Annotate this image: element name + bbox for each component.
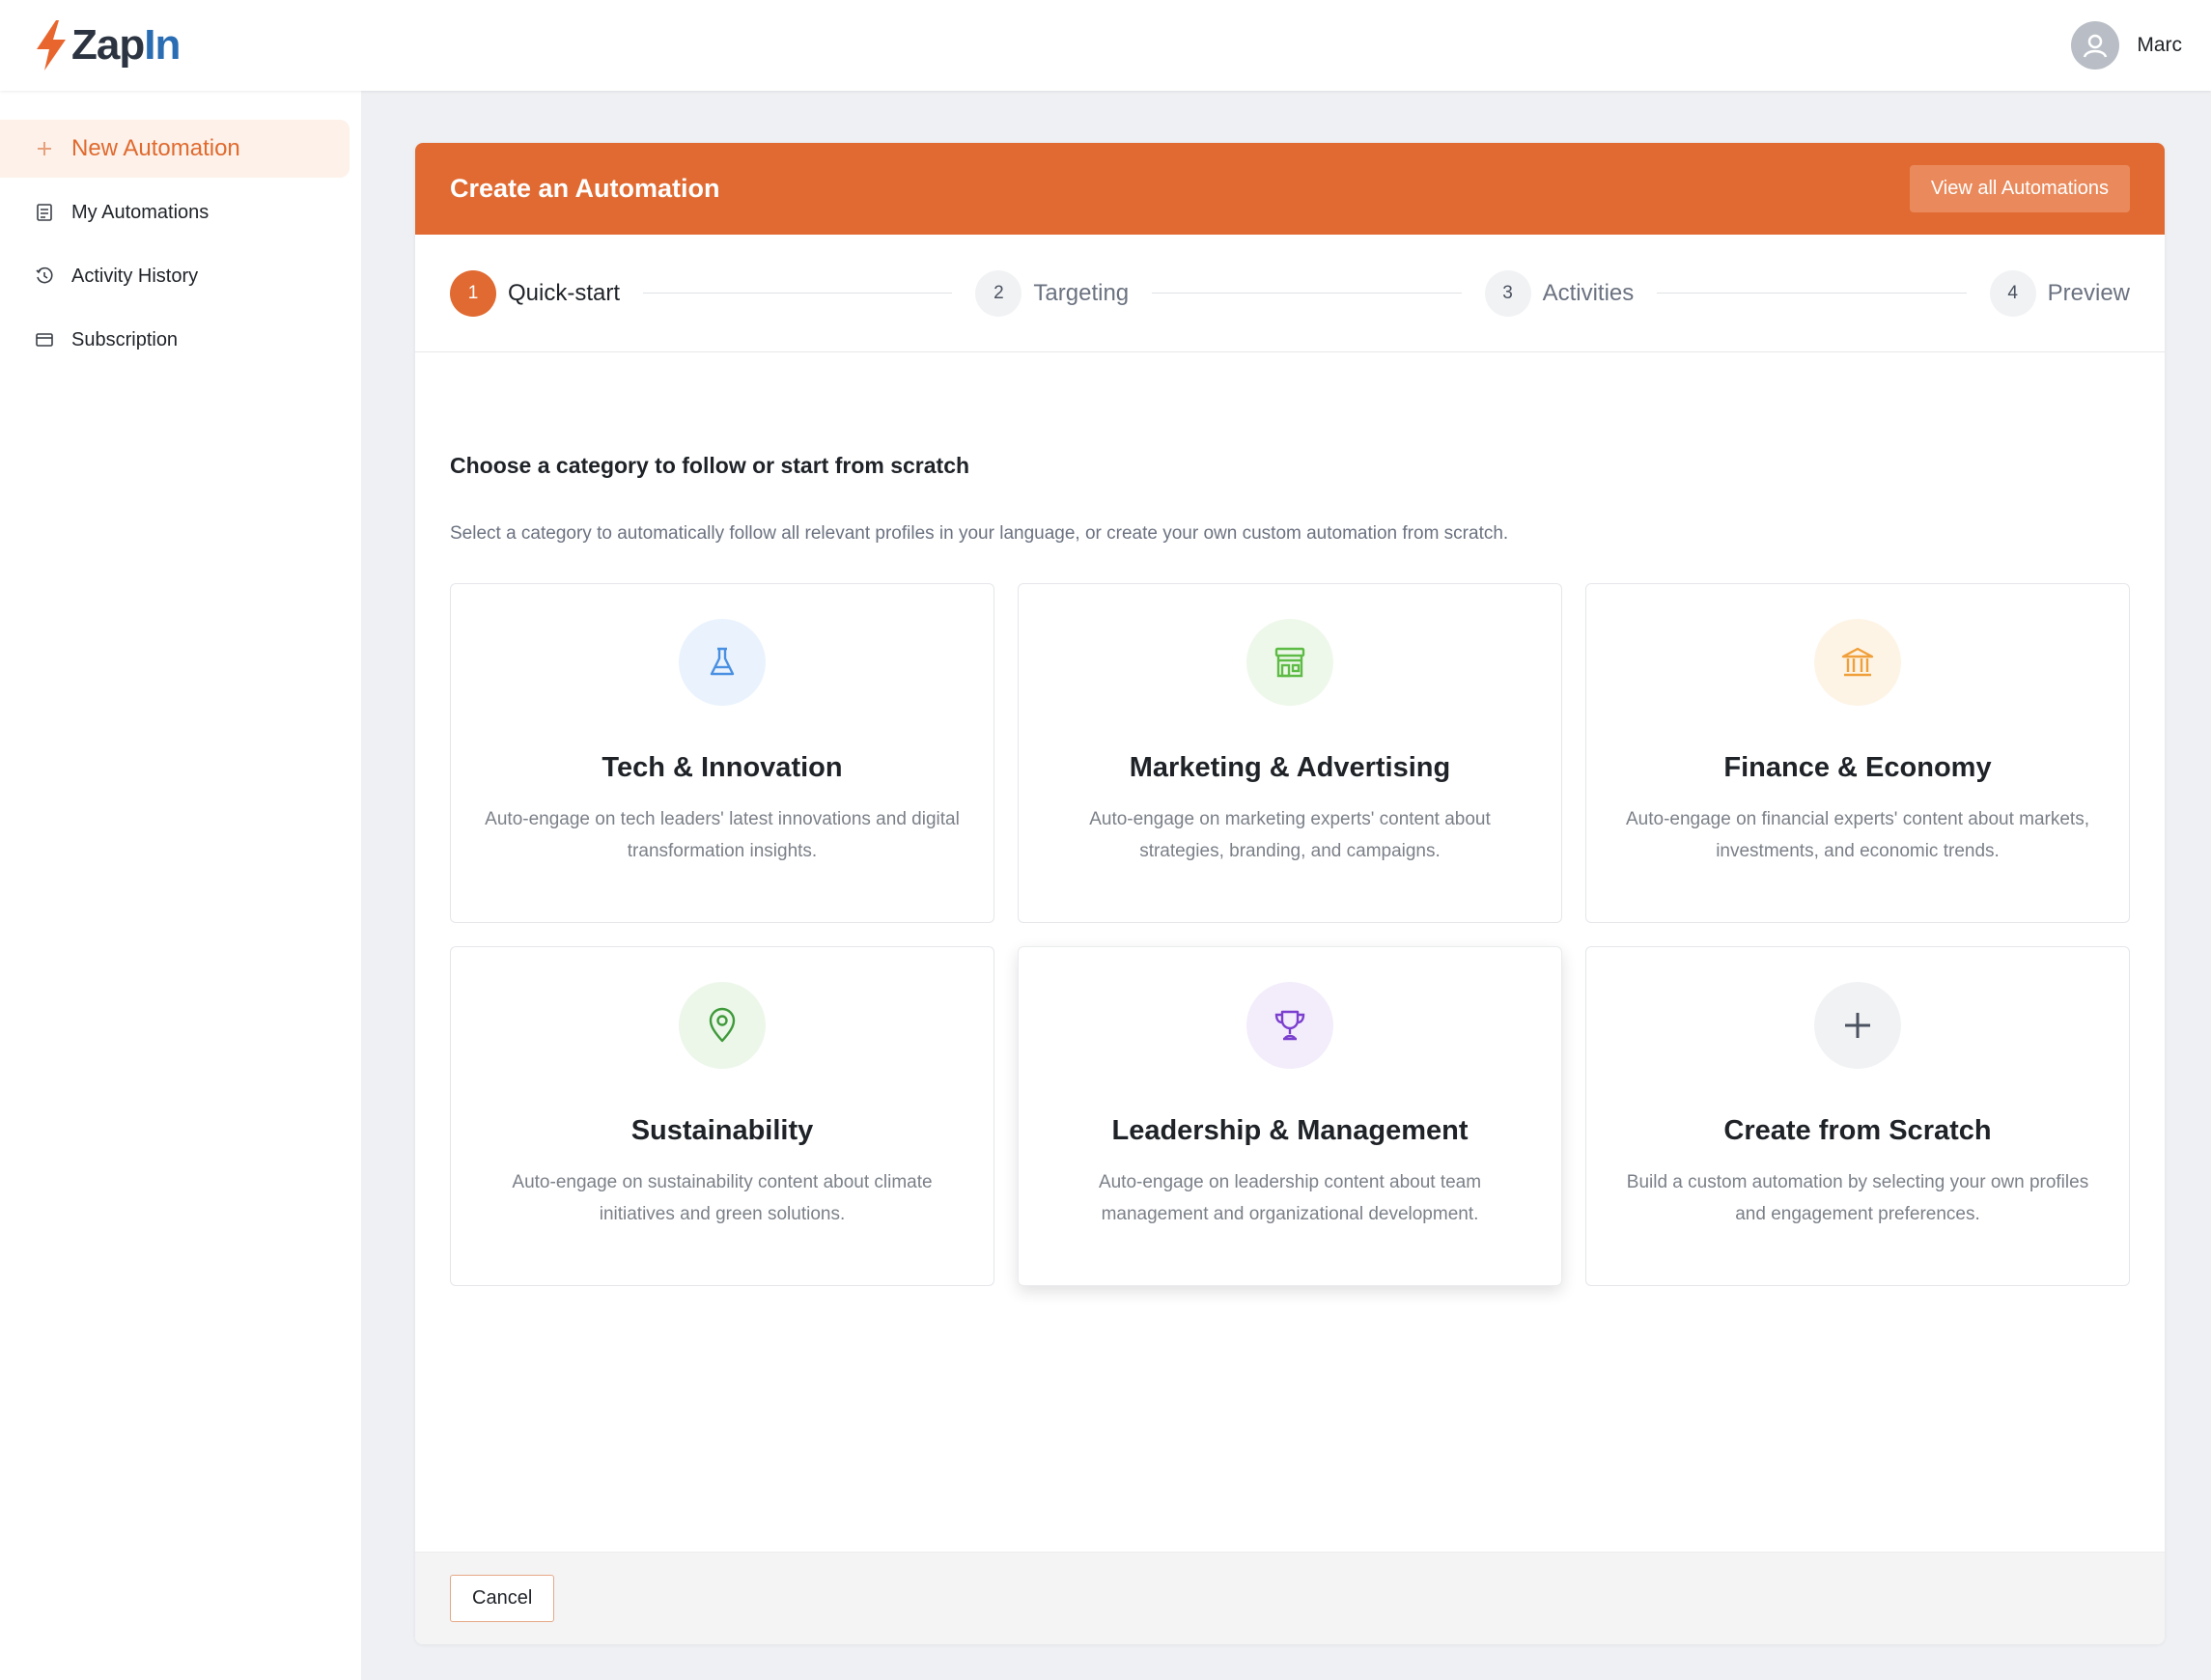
category-card-sustainability[interactable]: Sustainability Auto-engage on sustainabi… <box>450 946 994 1286</box>
category-icon-badge <box>1814 982 1901 1069</box>
step-preview[interactable]: 4 Preview <box>1989 269 2131 317</box>
category-icon-badge <box>1814 619 1901 706</box>
user-icon <box>2084 34 2108 58</box>
category-description: Auto-engage on marketing experts' conten… <box>1089 809 1491 861</box>
sidebar: New Automation My Automations Activity H… <box>0 91 361 1680</box>
avatar[interactable] <box>2071 21 2120 70</box>
step-number: 4 <box>1989 269 2036 317</box>
user-menu[interactable]: Marc <box>2071 21 2182 70</box>
category-description: Auto-engage on sustainability content ab… <box>512 1172 933 1224</box>
category-description: Build a custom automation by selecting y… <box>1626 1172 2089 1224</box>
logo-wordmark: ZapIn <box>71 21 181 70</box>
category-description: Auto-engage on financial experts' conten… <box>1626 809 2089 861</box>
category-icon-badge <box>1246 982 1333 1069</box>
category-title: Tech & Innovation <box>602 752 843 783</box>
step-label: Targeting <box>1033 279 1130 306</box>
history-icon <box>36 266 53 284</box>
card-icon <box>36 333 53 347</box>
category-card-marketing-advertising[interactable]: Marketing & Advertising Auto-engage on m… <box>1018 583 1562 923</box>
category-description: Auto-engage on leadership content about … <box>1098 1172 1482 1224</box>
zapin-logo[interactable]: ZapIn <box>33 18 181 72</box>
category-icon-badge <box>679 982 766 1069</box>
sidebar-item-label: My Automations <box>71 201 210 223</box>
category-icon-badge <box>679 619 766 706</box>
plus-icon <box>38 142 51 155</box>
user-name: Marc <box>2137 34 2182 56</box>
category-title: Create from Scratch <box>1723 1115 1992 1146</box>
step-label: Activities <box>1542 279 1635 306</box>
category-card-tech-innovation[interactable]: Tech & Innovation Auto-engage on tech le… <box>450 583 994 923</box>
category-card-create-from-scratch[interactable]: Create from Scratch Build a custom autom… <box>1585 946 2130 1286</box>
page-title: Create an Automation <box>450 174 720 203</box>
category-description: Auto-engage on tech leaders' latest inno… <box>485 809 960 861</box>
logo-text-zap: Zap <box>71 21 145 69</box>
step-number: 2 <box>975 269 1022 317</box>
section-description: Select a category to automatically follo… <box>450 523 1509 544</box>
sidebar-item-new-automation[interactable]: New Automation <box>0 120 350 178</box>
step-quick-start[interactable]: 1 Quick-start <box>450 269 621 317</box>
step-connector <box>643 293 953 294</box>
category-grid: Tech & Innovation Auto-engage on tech le… <box>450 583 2130 1286</box>
cancel-button[interactable]: Cancel <box>450 1575 555 1622</box>
step-label: Preview <box>2047 279 2131 306</box>
step-number: 1 <box>450 269 496 317</box>
sidebar-item-label: Subscription <box>71 328 179 350</box>
sidebar-item-subscription[interactable]: Subscription <box>0 311 350 369</box>
category-title: Finance & Economy <box>1723 752 1992 783</box>
sidebar-item-my-automations[interactable]: My Automations <box>0 183 350 241</box>
lightning-bolt-icon <box>37 20 66 70</box>
top-bar: ZapIn Marc <box>0 0 2211 91</box>
bank-icon <box>1841 647 1874 677</box>
clipboard-icon <box>37 204 52 221</box>
storefront-icon <box>1274 647 1305 678</box>
category-title: Leadership & Management <box>1111 1115 1469 1146</box>
panel-body: Choose a category to follow or start fro… <box>415 453 2165 1286</box>
step-targeting[interactable]: 2 Targeting <box>975 269 1130 317</box>
step-activities[interactable]: 3 Activities <box>1484 269 1635 317</box>
plus-icon <box>1845 1013 1870 1038</box>
sidebar-item-label: New Automation <box>71 135 240 161</box>
category-card-leadership-management[interactable]: Leadership & Management Auto-engage on l… <box>1018 946 1562 1286</box>
sidebar-item-label: Activity History <box>71 265 199 287</box>
location-pin-icon <box>709 1007 736 1043</box>
trophy-icon <box>1274 1010 1305 1041</box>
section-heading: Choose a category to follow or start fro… <box>450 453 970 478</box>
panel-header: Create an Automation View all Automation… <box>415 143 2165 235</box>
view-all-automations-button[interactable]: View all Automations <box>1909 165 2130 212</box>
logo-text-in: In <box>144 21 181 69</box>
category-title: Marketing & Advertising <box>1129 752 1451 783</box>
stepper: 1 Quick-start 2 Targeting 3 Activities 4… <box>415 235 2165 352</box>
create-automation-panel: Create an Automation View all Automation… <box>415 143 2165 1644</box>
panel-footer: Cancel <box>415 1552 2165 1644</box>
step-number: 3 <box>1484 269 1531 317</box>
step-connector <box>1152 293 1462 294</box>
flask-icon <box>710 647 735 676</box>
category-card-finance-economy[interactable]: Finance & Economy Auto-engage on financi… <box>1585 583 2130 923</box>
step-connector <box>1657 293 1967 294</box>
step-label: Quick-start <box>508 279 621 306</box>
sidebar-item-activity-history[interactable]: Activity History <box>0 247 350 305</box>
category-title: Sustainability <box>630 1115 814 1146</box>
category-icon-badge <box>1246 619 1333 706</box>
